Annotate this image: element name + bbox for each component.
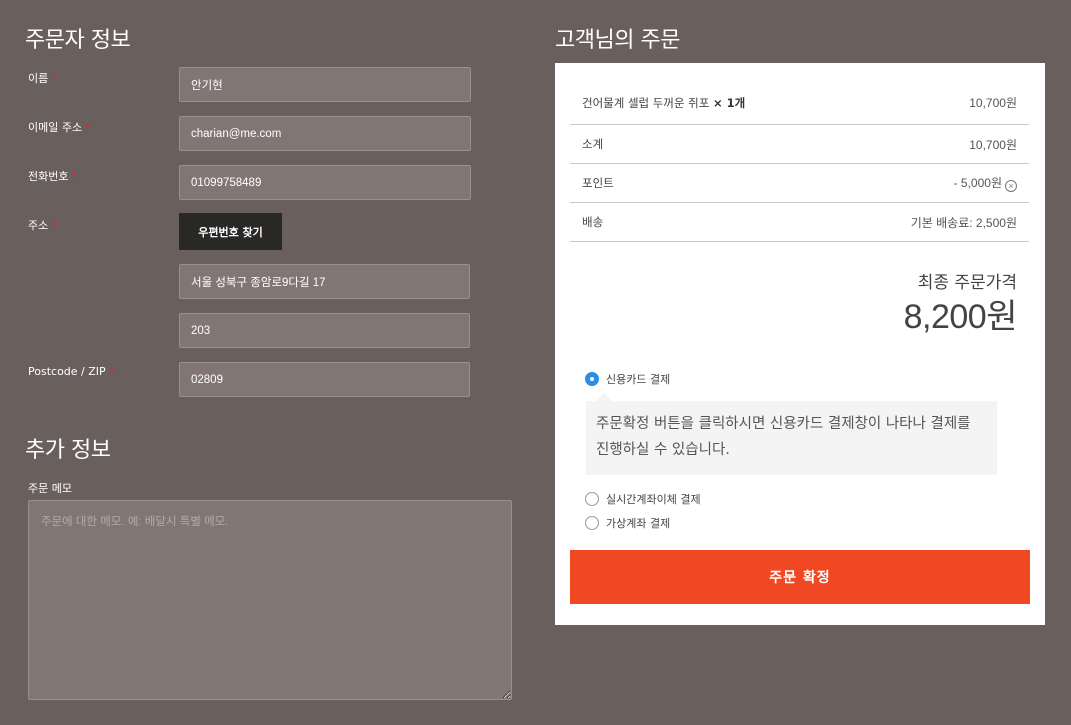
email-field[interactable]	[179, 116, 471, 151]
payment-option-transfer[interactable]: 실시간계좌이체 결제	[585, 491, 701, 507]
shipping-label: 배송	[582, 215, 604, 229]
order-item-row: 건어물계 셀럽 두꺼운 쥐포 × 1개 10,700원	[570, 81, 1029, 125]
place-order-button[interactable]: 주문 확정	[570, 550, 1030, 604]
order-title: 고객님의 주문	[555, 28, 680, 53]
points-label: 포인트	[582, 176, 614, 190]
additional-title: 추가 정보	[25, 438, 111, 463]
subtotal-value: 10,700원	[969, 137, 1017, 152]
billing-section: 주문자 정보 이름* 이메일 주소* 전화번호* 주소* 우편번호 찾기 Pos…	[0, 0, 540, 725]
radio-virtual-account[interactable]	[585, 516, 599, 530]
name-label: 이름 *	[28, 72, 57, 85]
memo-label: 주문 메모	[28, 482, 72, 495]
points-value: - 5,000원	[953, 176, 1002, 190]
subtotal-label: 소계	[582, 137, 604, 151]
points-value-group: - 5,000원 ×	[954, 174, 1017, 192]
total-value: 8,200원	[903, 298, 1018, 336]
payment-option-label: 가상계좌 결제	[606, 517, 671, 530]
item-name: 건어물계 셀럽 두꺼운 쥐포 × 1개	[582, 95, 746, 110]
shipping-value: 기본 배송료: 2,500원	[910, 215, 1017, 230]
phone-field[interactable]	[179, 165, 471, 200]
payment-description: 주문확정 버튼을 클릭하시면 신용카드 결제창이 나타나 결제를 진행하실 수 …	[586, 393, 997, 475]
radio-transfer[interactable]	[585, 492, 599, 506]
phone-label: 전화번호 *	[28, 170, 77, 183]
address1-field[interactable]	[179, 264, 470, 299]
subtotal-row: 소계 10,700원	[570, 125, 1029, 164]
remove-points-icon[interactable]: ×	[1005, 180, 1017, 192]
order-memo-textarea[interactable]	[28, 500, 512, 700]
payment-option-card[interactable]: 신용카드 결제	[585, 371, 670, 387]
required-mark: *	[51, 72, 57, 85]
address-label: 주소 *	[28, 219, 57, 232]
required-mark: *	[108, 365, 115, 378]
payment-option-virtual-account[interactable]: 가상계좌 결제	[585, 515, 670, 531]
item-quantity: × 1개	[713, 95, 746, 110]
order-review-panel: 건어물계 셀럽 두꺼운 쥐포 × 1개 10,700원 소계 10,700원 포…	[555, 63, 1045, 625]
radio-card[interactable]	[585, 372, 599, 386]
required-mark: *	[85, 121, 91, 134]
required-mark: *	[71, 170, 77, 183]
billing-title: 주문자 정보	[25, 28, 131, 53]
zip-label: Postcode / ZIP *	[28, 365, 115, 378]
postcode-search-button[interactable]: 우편번호 찾기	[179, 213, 282, 250]
required-mark: *	[51, 219, 57, 232]
payment-option-label: 신용카드 결제	[606, 373, 671, 386]
payment-option-label: 실시간계좌이체 결제	[606, 493, 701, 506]
zip-field[interactable]	[179, 362, 470, 397]
address2-field[interactable]	[179, 313, 470, 348]
points-row: 포인트 - 5,000원 ×	[570, 164, 1029, 203]
shipping-row: 배송 기본 배송료: 2,500원	[570, 203, 1029, 242]
email-label: 이메일 주소 *	[28, 121, 91, 134]
name-field[interactable]	[179, 67, 471, 102]
item-price: 10,700원	[969, 96, 1017, 110]
